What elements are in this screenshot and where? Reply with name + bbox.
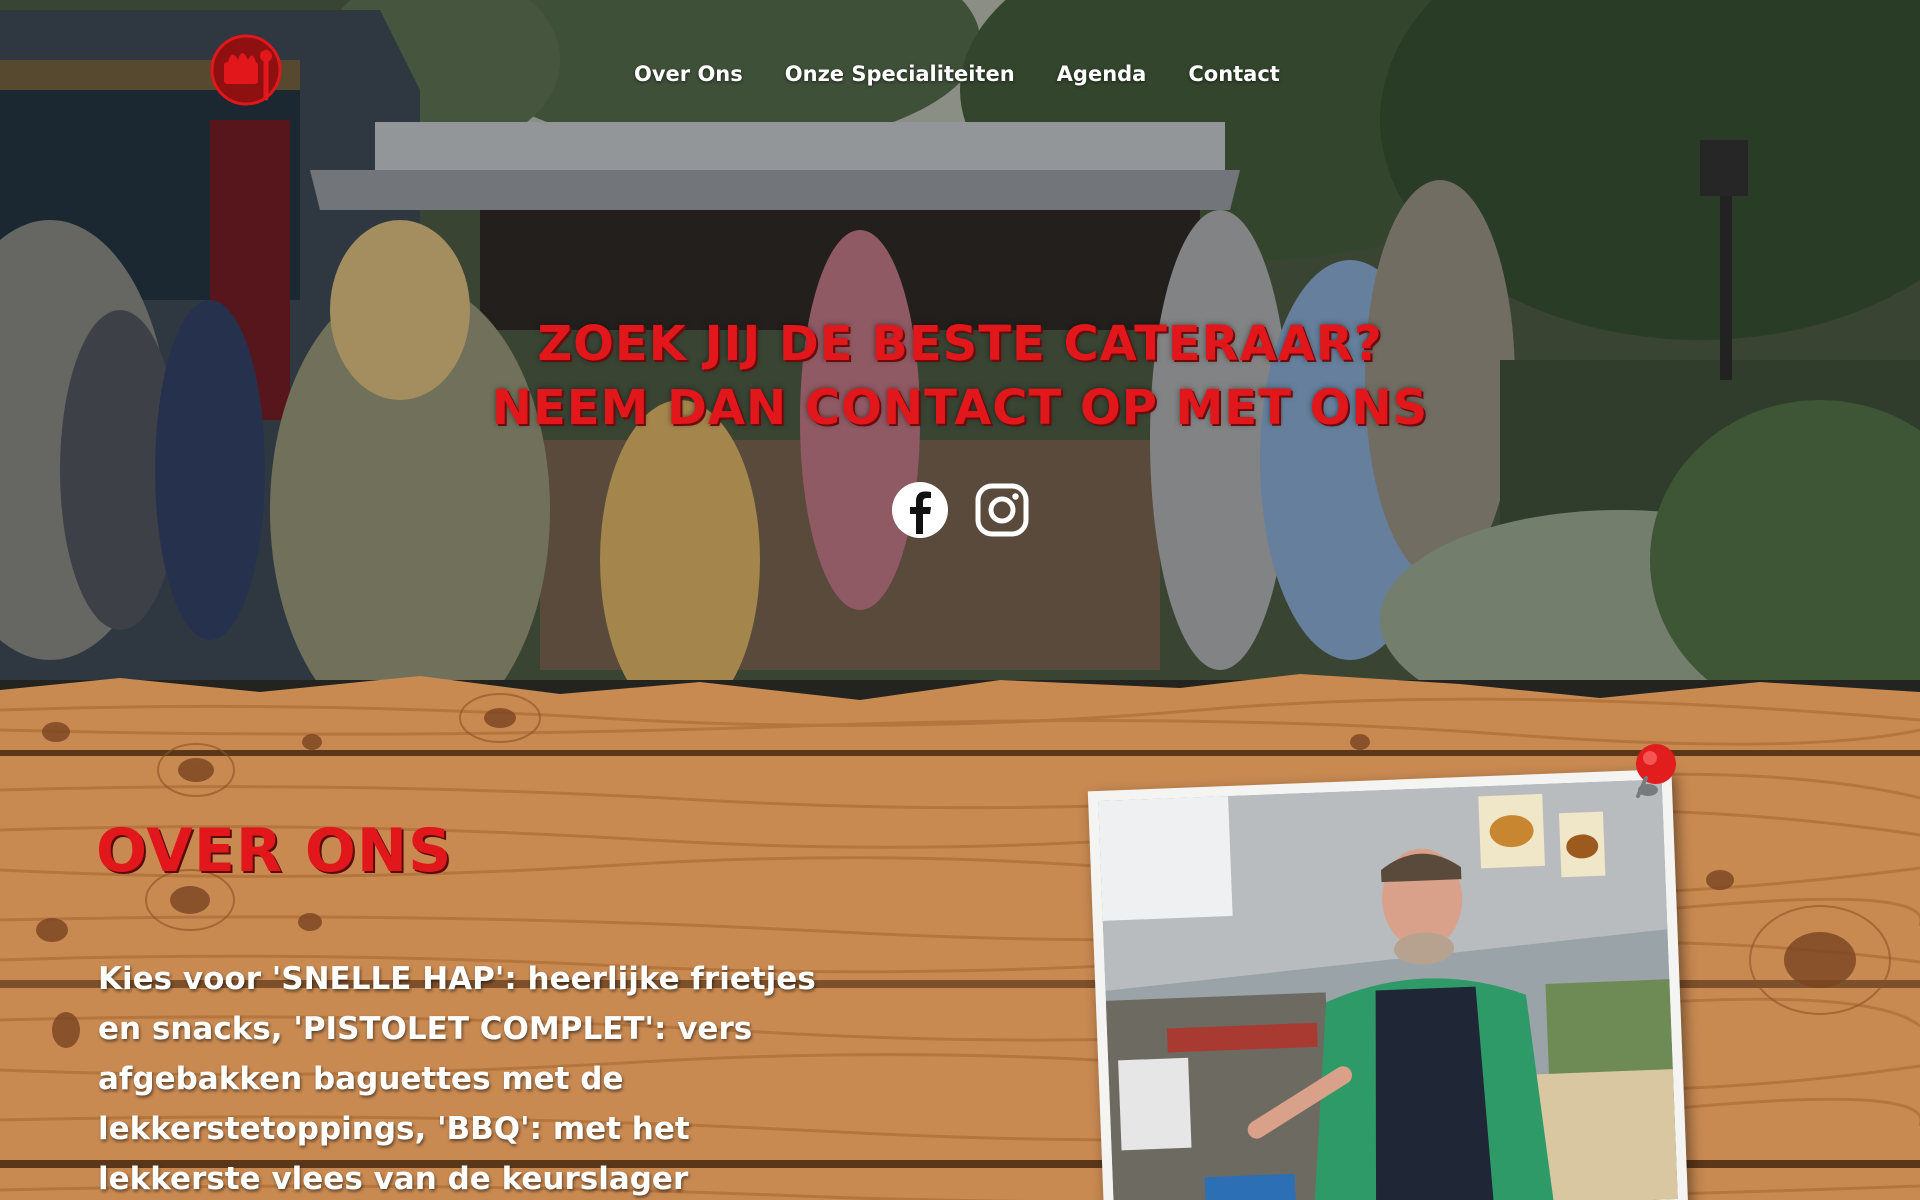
nav-link-agenda[interactable]: Agenda — [1057, 62, 1147, 86]
food-truck-logo-icon[interactable] — [208, 32, 284, 108]
facebook-icon[interactable] — [890, 480, 950, 540]
push-pin-icon — [1636, 744, 1676, 798]
chef-at-food-stall-photo — [1098, 779, 1678, 1200]
hero-headline-line-2: Neem dan contact op met ons — [491, 380, 1429, 436]
page: Over Ons Onze Specialiteiten Agenda Cont… — [0, 0, 1920, 1200]
nav-link-onze-specialiteiten[interactable]: Onze Specialiteiten — [785, 62, 1015, 86]
social-links — [890, 480, 1032, 540]
instagram-icon[interactable] — [972, 480, 1032, 540]
main-navigation: Over Ons Onze Specialiteiten Agenda Cont… — [634, 62, 1322, 86]
nav-link-contact[interactable]: Contact — [1188, 62, 1280, 86]
hero-headline-line-1: Zoek jij de beste cateraar? — [537, 316, 1383, 372]
about-photo-card — [1087, 768, 1689, 1200]
hero-headline: Zoek jij de beste cateraar? Neem dan con… — [0, 312, 1920, 440]
about-section-text: Kies voor 'SNELLE HAP': heerlijke frietj… — [98, 961, 816, 1197]
about-section-title: Over Ons — [96, 816, 453, 886]
nav-link-over-ons[interactable]: Over Ons — [634, 62, 743, 86]
